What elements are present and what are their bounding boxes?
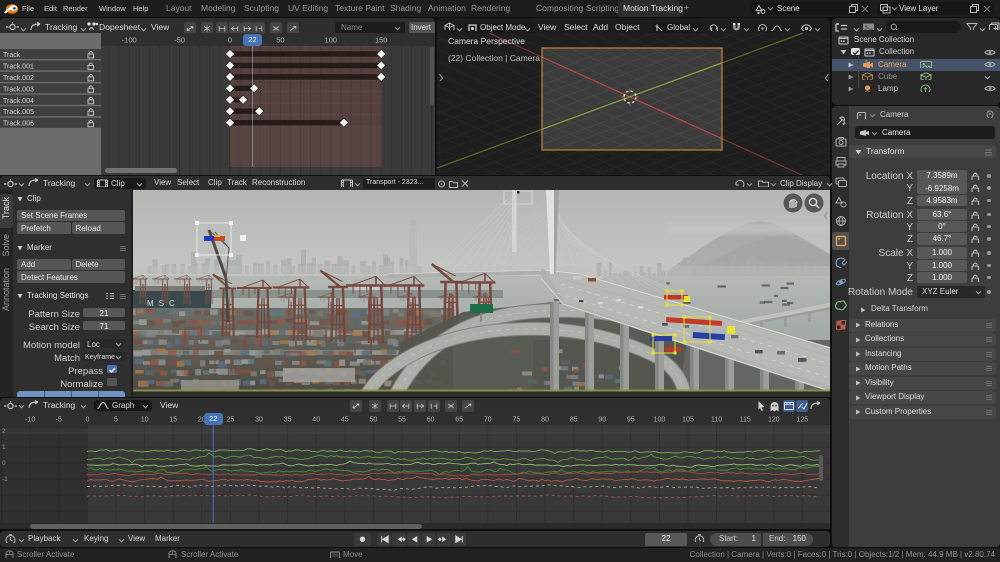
svg-text:Track.001: Track.001 <box>3 64 34 71</box>
svg-text:Track.003: Track.003 <box>3 86 34 93</box>
svg-text:1: 1 <box>2 444 6 451</box>
svg-text:Track.005: Track.005 <box>3 109 34 116</box>
svg-text:85: 85 <box>570 417 578 424</box>
svg-text:45: 45 <box>341 417 349 424</box>
svg-text:75: 75 <box>513 417 521 424</box>
svg-text:Track.006: Track.006 <box>3 121 34 128</box>
svg-text:Track.002: Track.002 <box>3 75 34 82</box>
svg-text:60: 60 <box>427 417 435 424</box>
svg-text:100: 100 <box>654 417 666 424</box>
svg-text:Track: Track <box>3 52 21 59</box>
svg-text:-5: -5 <box>56 417 62 424</box>
svg-text:50: 50 <box>370 417 378 424</box>
svg-text:0: 0 <box>2 460 6 467</box>
svg-text:MSC: MSC <box>147 299 180 308</box>
svg-text:5: 5 <box>114 417 118 424</box>
svg-text:15: 15 <box>169 417 177 424</box>
svg-text:Track.004: Track.004 <box>3 98 34 105</box>
svg-text:40: 40 <box>312 417 320 424</box>
svg-text:30: 30 <box>255 417 263 424</box>
svg-text:25: 25 <box>227 417 235 424</box>
svg-text:-1: -1 <box>2 476 8 483</box>
svg-text:115: 115 <box>740 417 751 424</box>
svg-text:90: 90 <box>598 417 606 424</box>
svg-text:35: 35 <box>284 417 292 424</box>
svg-text:110: 110 <box>711 417 722 424</box>
svg-text:-10: -10 <box>25 417 35 424</box>
svg-text:125: 125 <box>797 417 809 424</box>
svg-text:10: 10 <box>141 417 149 424</box>
svg-text:55: 55 <box>398 417 406 424</box>
svg-text:0: 0 <box>85 417 89 424</box>
svg-text:80: 80 <box>541 417 549 424</box>
svg-text:105: 105 <box>682 417 694 424</box>
svg-text:95: 95 <box>627 417 635 424</box>
svg-text:120: 120 <box>768 417 780 424</box>
svg-text:70: 70 <box>484 417 492 424</box>
svg-text:65: 65 <box>455 417 463 424</box>
